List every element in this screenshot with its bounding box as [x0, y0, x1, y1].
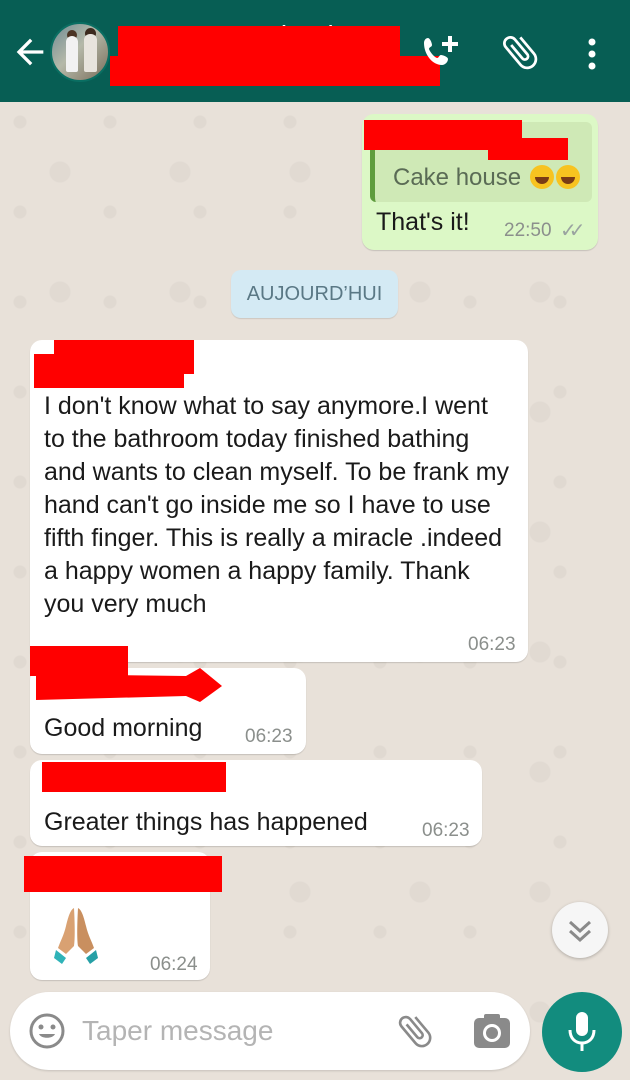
message-text: I don't know what to say anymore.I went … [44, 392, 510, 618]
mic-icon [568, 1012, 596, 1051]
chat-header: Woman's Del Fel [0, 0, 630, 102]
redaction-bar [24, 856, 222, 892]
message-time: 06:23 [422, 820, 470, 841]
redaction-bar [110, 56, 440, 86]
contact-avatar[interactable] [50, 22, 110, 82]
redaction-bar [118, 26, 400, 58]
more-vert-icon[interactable] [580, 34, 604, 74]
quoted-text-label: Cake house [393, 164, 522, 191]
message-time: 06:23 [245, 726, 293, 747]
paperclip-icon[interactable] [498, 30, 542, 74]
message-composer [10, 992, 530, 1070]
redaction-bar [42, 762, 226, 792]
paperclip-icon[interactable] [394, 1010, 436, 1052]
message-text: Greater things has happened [44, 808, 368, 836]
chevron-down-icon [568, 920, 592, 943]
redaction-bar [488, 138, 568, 160]
add-call-icon[interactable] [418, 32, 462, 72]
mic-button[interactable] [542, 992, 622, 1072]
scroll-down-button[interactable] [552, 902, 608, 958]
laugh-emoji-icon [555, 165, 580, 189]
message-text: That's it! [376, 208, 470, 236]
message-time: 06:23 [468, 634, 516, 655]
folded-hands-emoji-icon [54, 908, 98, 964]
message-input[interactable] [82, 1006, 382, 1056]
incoming-message[interactable]: I don't know what to say anymore.I went … [30, 340, 528, 662]
redaction-bar [36, 668, 222, 702]
redaction-bar [34, 354, 184, 388]
smiley-icon[interactable] [28, 1012, 66, 1050]
double-check-icon: ✓✓ [560, 220, 585, 242]
message-text: Good morning [44, 714, 203, 742]
message-time: 22:50 [504, 220, 552, 241]
back-arrow-icon[interactable] [10, 32, 50, 72]
laugh-emoji-icon [529, 165, 554, 189]
message-time: 06:24 [150, 954, 198, 975]
quoted-text: Cake house [393, 164, 580, 192]
date-divider: AUJOURD’HUI [231, 270, 398, 318]
camera-icon[interactable] [472, 1012, 512, 1050]
